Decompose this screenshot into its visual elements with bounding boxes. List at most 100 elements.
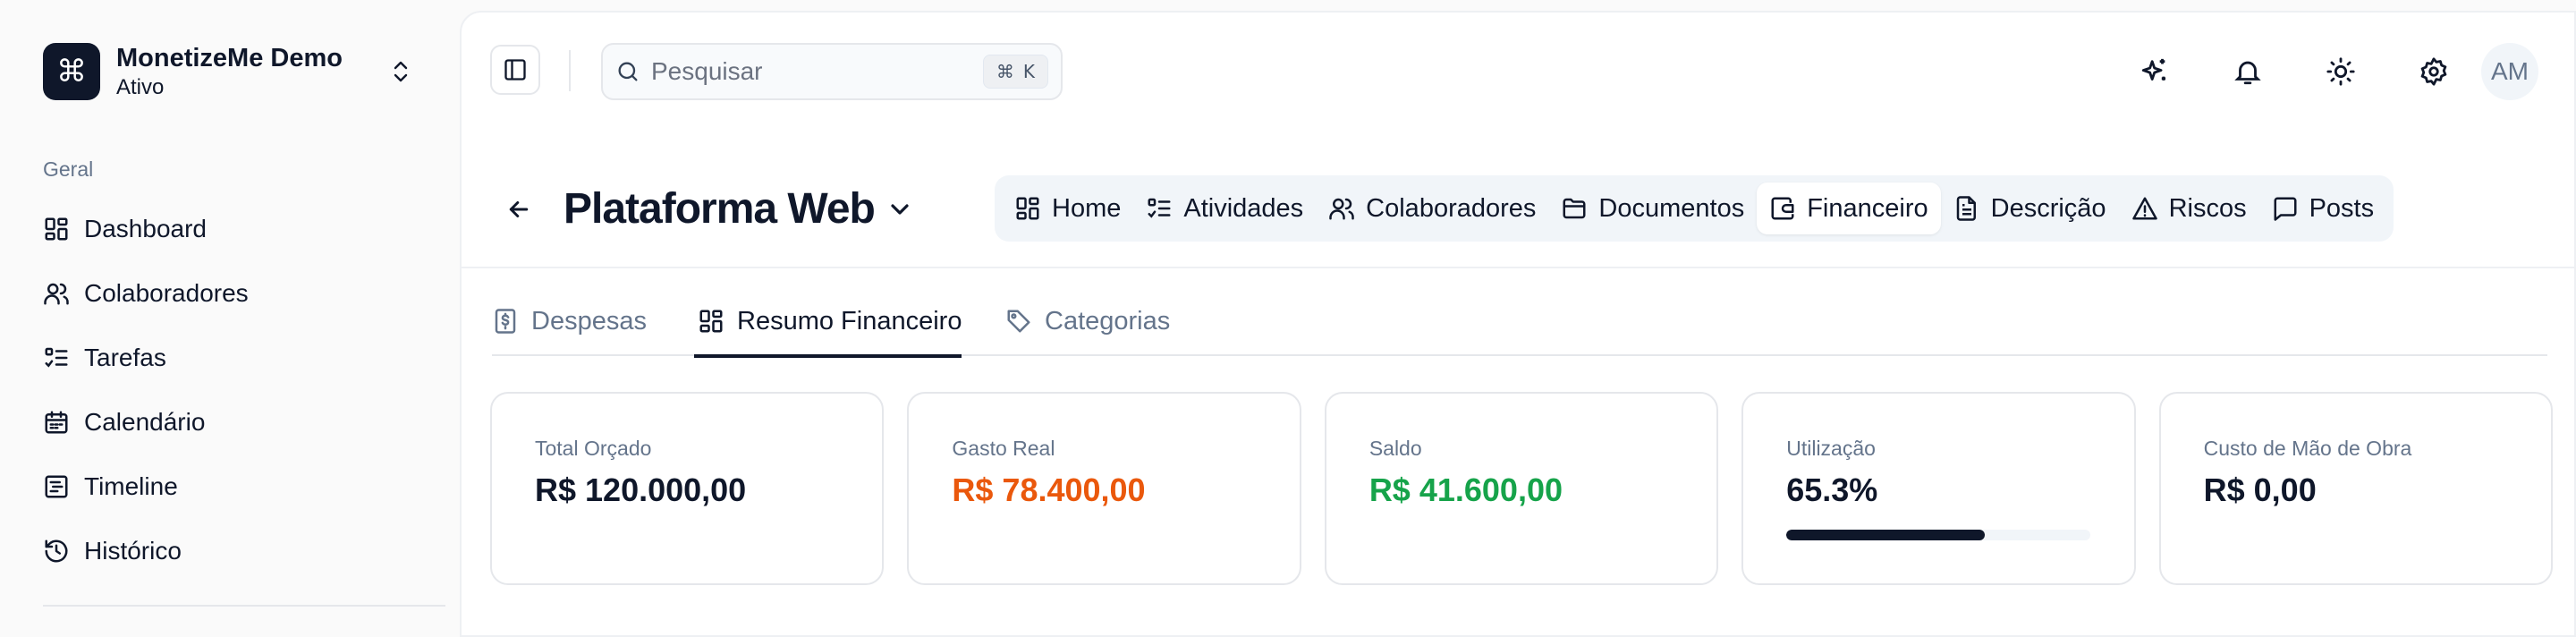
tab-label: Atividades xyxy=(1183,193,1304,223)
sidebar-item-label: Timeline xyxy=(84,472,178,500)
bell-icon xyxy=(2234,61,2261,85)
sidebar-divider xyxy=(43,605,445,607)
toolbar-separator xyxy=(569,50,571,91)
card-gasto-real: Gasto Real R$ 78.400,00 xyxy=(907,392,1301,585)
sidebar-toggle-button[interactable] xyxy=(490,45,540,95)
tab-home[interactable]: Home xyxy=(1002,183,1133,234)
dashboard-icon xyxy=(45,217,68,241)
timeline-icon xyxy=(45,475,68,498)
command-icon: ⌘ xyxy=(43,43,100,100)
tab-atividades[interactable]: Atividades xyxy=(1133,183,1316,234)
command-key: ⌘ xyxy=(996,61,1014,82)
page-title: Plataforma Web xyxy=(564,185,876,233)
user-avatar[interactable]: AM xyxy=(2481,43,2538,100)
alert-triangle-icon xyxy=(2131,197,2157,220)
card-total-orcado: Total Orçado R$ 120.000,00 xyxy=(490,392,885,585)
sidebar-item-label: Histórico xyxy=(84,537,182,565)
main-panel: Pesquisar ⌘ K AM Plataforma Web Home Ati… xyxy=(460,11,2576,637)
sidebar-item-dashboard[interactable]: Dashboard xyxy=(29,197,449,261)
users-icon xyxy=(44,283,69,305)
sidebar-item-timeline[interactable]: Timeline xyxy=(29,454,449,519)
card-utilizacao: Utilização 65.3% xyxy=(1741,392,2136,585)
home-grid-icon xyxy=(1016,197,1039,220)
tab-colaboradores[interactable]: Colaboradores xyxy=(1316,183,1548,234)
sparkles-button[interactable] xyxy=(2127,44,2182,99)
theme-toggle-button[interactable] xyxy=(2313,44,2368,99)
back-button[interactable] xyxy=(497,188,540,231)
chevrons-up-down-icon[interactable] xyxy=(383,54,419,89)
sun-icon xyxy=(2326,57,2355,86)
history-icon xyxy=(45,539,68,563)
card-label: Total Orçado xyxy=(535,437,652,460)
settings-button[interactable] xyxy=(2406,44,2462,99)
tab-documentos[interactable]: Documentos xyxy=(1548,183,1757,234)
sidebar-item-label: Calendário xyxy=(84,408,206,436)
tab-label: Riscos xyxy=(2168,193,2247,223)
workspace-name: MonetizeMe Demo xyxy=(116,44,343,72)
search-icon xyxy=(618,62,638,81)
tab-financeiro[interactable]: Financeiro xyxy=(1757,183,1941,234)
search-placeholder: Pesquisar xyxy=(651,57,763,85)
card-value: 65.3% xyxy=(1786,471,1878,508)
sidebar-item-label: Tarefas xyxy=(84,344,166,371)
search-shortcut: ⌘ K xyxy=(982,55,1048,89)
tab-label: Posts xyxy=(2309,193,2375,223)
sidebar-item-tarefas[interactable]: Tarefas xyxy=(29,326,449,390)
card-value: R$ 41.600,00 xyxy=(1368,471,1563,508)
sidebar-group-label: Geral xyxy=(43,157,94,181)
tab-label: Descrição xyxy=(1990,193,2106,223)
panel-left-icon xyxy=(504,59,526,81)
subtab-label: Resumo Financeiro xyxy=(737,306,962,335)
card-label: Custo de Mão de Obra xyxy=(2203,437,2412,460)
shortcut-key: K xyxy=(1022,61,1035,82)
search-input[interactable]: Pesquisar ⌘ K xyxy=(601,43,1063,100)
subtab-categorias[interactable]: Categorias xyxy=(1005,286,1170,356)
card-value: R$ 0,00 xyxy=(2203,471,2317,508)
message-square-icon xyxy=(2274,197,2297,221)
chevron-down-icon[interactable] xyxy=(886,195,914,224)
sidebar-item-colaboradores[interactable]: Colaboradores xyxy=(29,261,449,326)
utilization-progress-fill xyxy=(1786,530,1986,540)
sidebar-item-historico[interactable]: Histórico xyxy=(29,519,449,583)
calendar-icon xyxy=(45,411,68,434)
folder-icon xyxy=(1563,198,1586,219)
card-label: Utilização xyxy=(1786,437,1876,460)
tab-posts[interactable]: Posts xyxy=(2259,183,2387,234)
list-check-icon xyxy=(45,347,68,368)
tab-riscos[interactable]: Riscos xyxy=(2119,183,2259,234)
subtab-despesas[interactable]: Despesas xyxy=(492,286,647,356)
card-custo-mao-de-obra: Custo de Mão de Obra R$ 0,00 xyxy=(2158,392,2554,585)
subtab-label: Despesas xyxy=(531,306,647,335)
notifications-button[interactable] xyxy=(2220,44,2275,99)
sidebar-item-calendario[interactable]: Calendário xyxy=(29,390,449,454)
financeiro-subtabs: Despesas Resumo Financeiro Categorias xyxy=(492,286,2547,358)
workspace-status: Ativo xyxy=(116,75,165,99)
tab-descricao[interactable]: Descrição xyxy=(1941,183,2119,234)
users-icon xyxy=(1329,198,1354,220)
sidebar-nav: Dashboard Colaboradores Tarefas Calendár… xyxy=(29,197,449,583)
utilization-progress-bar xyxy=(1786,530,2091,540)
card-value: R$ 78.400,00 xyxy=(952,471,1146,508)
tab-label: Home xyxy=(1052,193,1122,223)
receipt-dollar-icon xyxy=(495,309,516,334)
card-value: R$ 120.000,00 xyxy=(535,471,747,508)
sidebar-item-label: Dashboard xyxy=(84,215,207,242)
project-tabs: Home Atividades Colaboradores Documentos… xyxy=(995,175,2394,242)
tag-icon xyxy=(1007,310,1030,333)
sidebar: ⌘ MonetizeMe Demo Ativo Geral Dashboard … xyxy=(0,0,460,624)
workspace-switcher[interactable]: ⌘ MonetizeMe Demo Ativo xyxy=(43,39,419,104)
wallet-icon xyxy=(1771,197,1794,220)
header-divider xyxy=(462,267,2574,268)
file-text-icon xyxy=(1956,196,1976,221)
tab-label: Colaboradores xyxy=(1366,193,1537,223)
sparkles-icon xyxy=(2141,58,2166,81)
card-label: Saldo xyxy=(1368,437,1422,460)
sidebar-item-label: Colaboradores xyxy=(84,279,249,307)
subtab-resumo-financeiro[interactable]: Resumo Financeiro xyxy=(694,286,962,358)
subtab-label: Categorias xyxy=(1045,306,1171,335)
card-saldo: Saldo R$ 41.600,00 xyxy=(1324,392,1719,585)
dashboard-icon xyxy=(699,310,723,333)
tab-label: Financeiro xyxy=(1807,193,1928,223)
project-header: Plataforma Web Home Atividades Colaborad… xyxy=(462,174,2574,245)
financial-summary-cards: Total Orçado R$ 120.000,00 Gasto Real R$… xyxy=(490,392,2554,585)
